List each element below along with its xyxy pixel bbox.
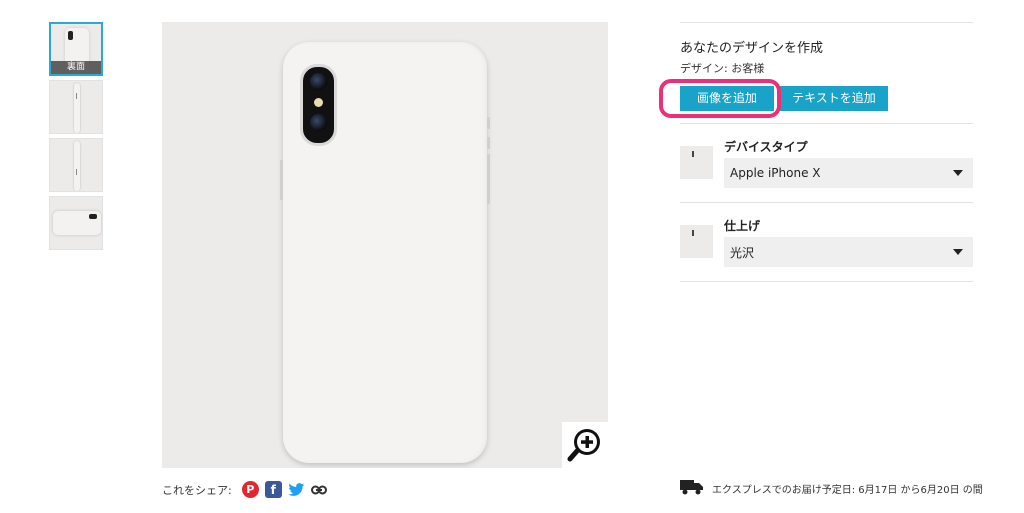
thumbnail-side-right[interactable] xyxy=(49,138,103,192)
truck-icon xyxy=(680,479,704,498)
finish-option: 仕上げ 光沢 xyxy=(680,203,973,281)
finish-thumbnail xyxy=(680,225,713,258)
thumbnail-side-left[interactable] xyxy=(49,80,103,134)
finish-label: 仕上げ xyxy=(724,219,761,233)
share-label: これをシェア: xyxy=(162,483,232,497)
designed-by-text: デザイン: お客様 xyxy=(680,62,765,75)
finish-value: 光沢 xyxy=(730,245,755,260)
add-text-button[interactable]: テキストを追加 xyxy=(780,86,888,111)
phone-case-render xyxy=(280,42,490,463)
device-type-value: Apple iPhone X xyxy=(730,166,821,180)
thumbnail-flat[interactable] xyxy=(49,196,103,250)
design-title: あなたのデザインを作成 xyxy=(680,41,824,56)
phone-side-image xyxy=(74,141,80,191)
delivery-info: エクスプレスでのお届け予定日: 6月17日 から6月20日 の間 xyxy=(680,479,983,498)
pinterest-icon[interactable]: P xyxy=(241,481,259,498)
device-type-label: デバイスタイプ xyxy=(724,140,808,154)
design-panel: あなたのデザインを作成 デザイン: お客様 画像を追加 テキストを追加 デバイス… xyxy=(659,22,973,282)
device-type-thumbnail xyxy=(680,146,713,179)
device-type-option: デバイスタイプ Apple iPhone X xyxy=(680,124,973,202)
share-row: これをシェア: P f xyxy=(162,481,328,498)
finish-select[interactable]: 光沢 xyxy=(724,237,973,267)
device-type-select[interactable]: Apple iPhone X xyxy=(724,158,973,188)
product-image[interactable] xyxy=(162,22,608,468)
delivery-text: エクスプレスでのお届け予定日: 6月17日 から6月20日 の間 xyxy=(712,485,983,496)
camera-module xyxy=(300,64,337,146)
divider xyxy=(680,281,973,282)
thumbnail-back[interactable]: 裏面 xyxy=(49,22,103,76)
design-buttons: 画像を追加 テキストを追加 xyxy=(659,79,973,118)
twitter-icon[interactable] xyxy=(288,481,305,498)
phone-side-image xyxy=(74,83,80,133)
highlight-ring xyxy=(659,79,781,118)
phone-flat-image xyxy=(53,211,101,235)
divider xyxy=(680,22,973,23)
link-icon[interactable] xyxy=(311,481,328,498)
chevron-down-icon xyxy=(953,170,963,176)
chevron-down-icon xyxy=(953,249,963,255)
facebook-icon[interactable]: f xyxy=(264,481,282,498)
thumbnail-caption: 裏面 xyxy=(51,61,101,74)
thumbnail-strip: 裏面 xyxy=(49,22,103,254)
zoom-in-icon[interactable] xyxy=(562,422,608,468)
